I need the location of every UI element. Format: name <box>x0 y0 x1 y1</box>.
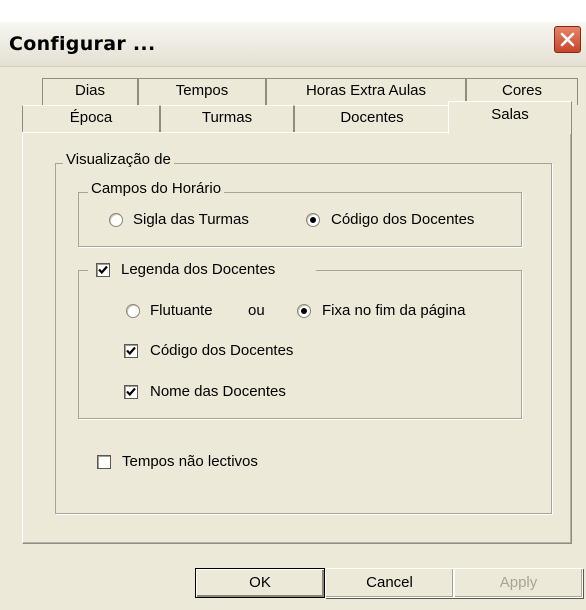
legenda-docentes-checkbox[interactable] <box>96 263 110 277</box>
nome-docentes-checkbox[interactable] <box>124 385 138 399</box>
ok-button[interactable]: OK <box>195 568 325 598</box>
tempos-nao-lectivos-label[interactable]: Tempos não lectivos <box>122 453 258 471</box>
tempos-nao-lectivos-checkbox[interactable] <box>97 455 111 469</box>
codigo-docentes-check-label[interactable]: Código dos Docentes <box>150 342 293 360</box>
tab-turmas[interactable]: Turmas <box>160 105 294 133</box>
radio-selected-dot <box>310 217 316 223</box>
checkmark-icon <box>98 265 108 275</box>
fixa-fim-pagina-label[interactable]: Fixa no fim da página <box>322 302 465 320</box>
sigla-turmas-radio[interactable] <box>109 213 123 227</box>
flutuante-label[interactable]: Flutuante <box>150 302 213 320</box>
tab-dias[interactable]: Dias <box>42 78 138 105</box>
cancel-button[interactable]: Cancel <box>325 568 454 598</box>
tab-label: Docentes <box>340 109 404 126</box>
window-title: Configurar ... <box>9 33 156 55</box>
tab-tempos[interactable]: Tempos <box>138 78 266 105</box>
tab-label: Tempos <box>175 82 229 99</box>
tab-epoca[interactable]: Época <box>22 105 160 133</box>
tab-label: Época <box>69 109 113 126</box>
tab-label: Turmas <box>201 109 253 126</box>
codigo-docentes-checkbox[interactable] <box>124 344 138 358</box>
fixa-fim-pagina-radio[interactable] <box>297 304 311 318</box>
codigo-docentes-radio-label[interactable]: Código dos Docentes <box>331 211 474 229</box>
tab-salas[interactable]: Salas <box>448 101 572 134</box>
tab-label: Salas <box>491 106 529 123</box>
close-icon <box>560 32 575 47</box>
close-button[interactable] <box>554 26 581 53</box>
nome-docentes-label[interactable]: Nome das Docentes <box>150 383 286 401</box>
sigla-turmas-label[interactable]: Sigla das Turmas <box>133 211 249 229</box>
radio-selected-dot <box>301 308 307 314</box>
codigo-docentes-radio[interactable] <box>306 213 320 227</box>
tab-docentes[interactable]: Docentes <box>294 105 450 133</box>
checkmark-icon <box>126 346 136 356</box>
flutuante-radio[interactable] <box>126 304 140 318</box>
tab-label: Dias <box>74 82 105 99</box>
checkmark-icon <box>126 387 136 397</box>
campos-horario-legend: Campos do Horário <box>88 180 225 198</box>
legenda-docentes-group <box>78 270 522 419</box>
ou-label: ou <box>248 302 265 319</box>
tab-label: Horas Extra Aulas <box>305 82 427 99</box>
visualizacao-legend: Visualização de <box>63 151 174 169</box>
tab-horas-extra-aulas[interactable]: Horas Extra Aulas <box>266 78 466 105</box>
legenda-docentes-label[interactable]: Legenda dos Docentes <box>121 261 275 279</box>
tab-label: Cores <box>501 82 542 99</box>
apply-button[interactable]: Apply <box>454 568 583 598</box>
